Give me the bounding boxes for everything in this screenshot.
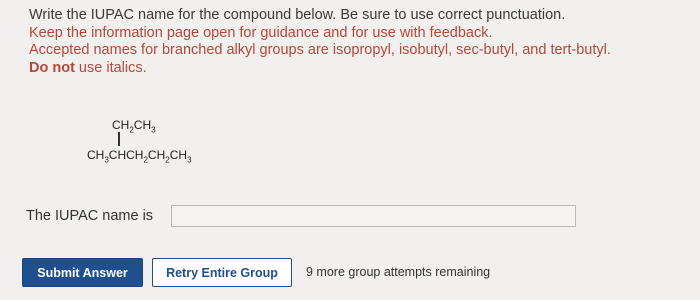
answer-label: The IUPAC name is: [26, 208, 154, 224]
branch-atom-1: CH: [112, 118, 130, 132]
retry-entire-group-button[interactable]: Retry Entire Group: [152, 258, 292, 287]
instruction-line-4-rest: use italics.: [74, 59, 147, 76]
instructions: Write the IUPAC name for the compound be…: [29, 7, 694, 77]
chain-part-1: CH: [87, 148, 105, 162]
structure-main-chain: CH3CHCH2CH2CH3: [87, 148, 192, 164]
submit-answer-button[interactable]: Submit Answer: [22, 258, 143, 287]
do-not-emphasis: Do not: [29, 59, 75, 76]
instruction-line-4: Do not use italics.: [29, 60, 694, 78]
chain-part-3: CH: [147, 148, 166, 162]
instruction-line-3: Accepted names for branched alkyl groups…: [29, 42, 611, 58]
branch-subscript-2: 3: [151, 125, 156, 135]
compound-structure: CH2CH3 CH3CHCH2CH2CH3: [85, 118, 245, 172]
chain-part-2: CHCH: [108, 148, 144, 162]
chain-part-4: CH: [169, 148, 188, 162]
instruction-line-1: Write the IUPAC name for the compound be…: [29, 7, 566, 23]
structure-bond-line: [118, 132, 120, 146]
instruction-line-2: Keep the information page open for guida…: [29, 24, 493, 41]
branch-atom-2: CH: [133, 118, 152, 132]
attempts-remaining-text: 9 more group attempts remaining: [306, 265, 491, 279]
chain-subscript-4: 3: [187, 155, 192, 165]
iupac-name-input[interactable]: [171, 205, 576, 227]
